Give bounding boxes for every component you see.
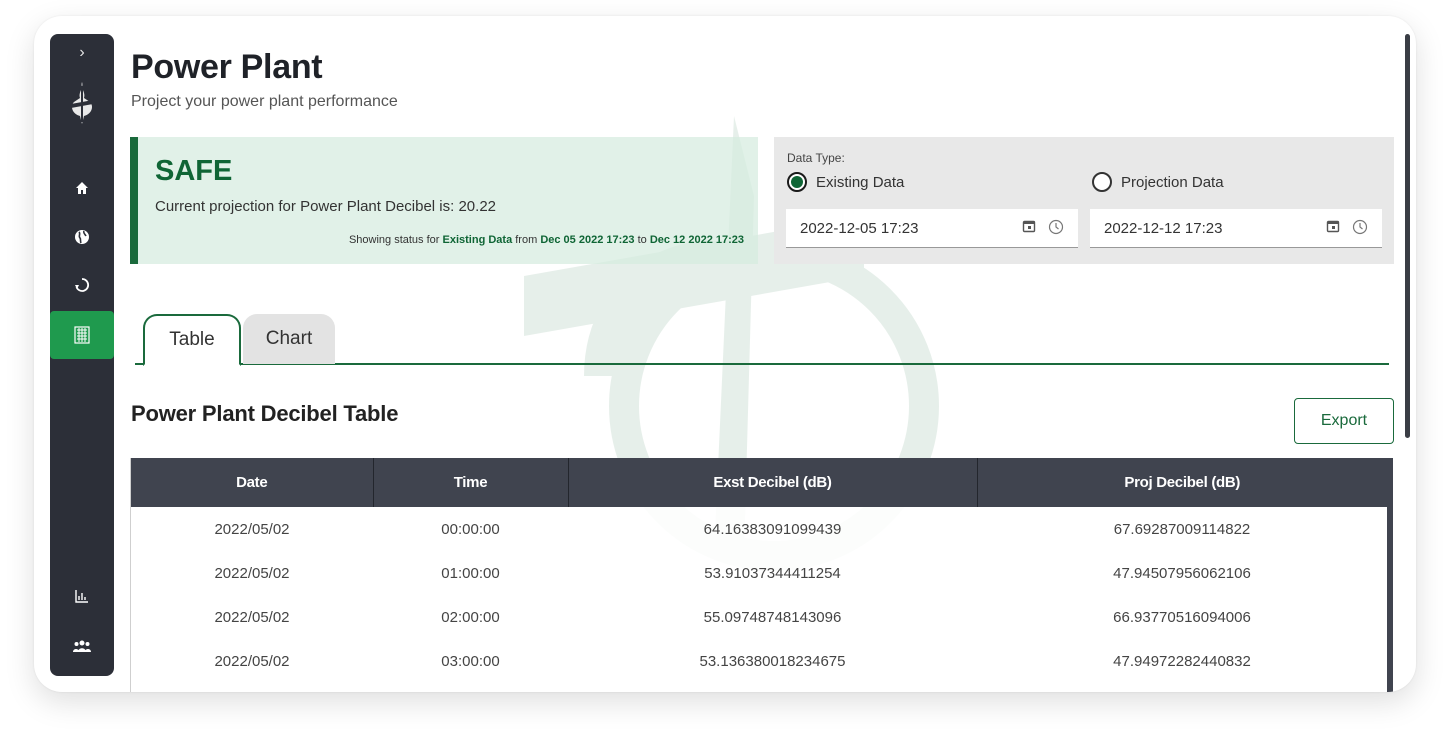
cell-time: 03:00:00 xyxy=(373,639,568,683)
main-content: Power Plant Project your power plant per… xyxy=(130,16,1396,692)
status-foot-to: Dec 12 2022 17:23 xyxy=(649,234,744,246)
radio-projection-label: Projection Data xyxy=(1121,173,1224,191)
data-type-panel: Data Type: Existing Data Projection Data… xyxy=(774,137,1394,264)
page-scrollbar[interactable] xyxy=(1405,34,1410,438)
table-row: 2022/05/02 00:00:00 64.16383091099439 67… xyxy=(131,507,1387,551)
cell-date: 2022/05/02 xyxy=(131,507,373,551)
cell-time: 00:00:00 xyxy=(373,507,568,551)
tab-table[interactable]: Table xyxy=(143,314,241,366)
status-foot-prefix: Showing status for xyxy=(348,234,440,246)
globe-icon xyxy=(75,230,89,244)
table-header-row: Date Time Exst Decibel (dB) Proj Decibel… xyxy=(131,458,1387,507)
sidebar-item-users[interactable] xyxy=(50,628,114,664)
radio-existing-label: Existing Data xyxy=(816,173,905,191)
cell-proj-decibel: 66.93770516094006 xyxy=(977,595,1387,639)
cell-proj-decibel: 47.94507956062106 xyxy=(977,551,1387,595)
export-button[interactable]: Export xyxy=(1294,398,1394,444)
clock-icon[interactable] xyxy=(1048,219,1064,235)
clock-icon[interactable] xyxy=(1352,219,1368,235)
radio-button-selected[interactable] xyxy=(787,172,807,192)
column-header-proj-decibel[interactable]: Proj Decibel (dB) xyxy=(977,458,1387,507)
logo-icon xyxy=(71,82,93,124)
calendar-icon[interactable] xyxy=(1326,219,1340,233)
end-datetime-input[interactable]: 2022-12-12 17:23 xyxy=(1090,209,1382,248)
cell-date: 2022/05/02 xyxy=(131,551,373,595)
data-type-label: Data Type: xyxy=(787,151,845,165)
sidebar-item-globe[interactable] xyxy=(50,219,114,255)
sidebar-item-home[interactable] xyxy=(50,170,114,206)
radio-existing-data[interactable]: Existing Data xyxy=(787,172,904,192)
sidebar-item-power-plant[interactable] xyxy=(50,311,114,359)
cell-proj-decibel: 67.69287009114822 xyxy=(977,507,1387,551)
cell-exst-decibel: 64.16383091099439 xyxy=(568,507,977,551)
tab-chart[interactable]: Chart xyxy=(243,314,335,364)
status-card: SAFE Current projection for Power Plant … xyxy=(130,137,758,264)
cell-exst-decibel: 55.09748748143096 xyxy=(568,595,977,639)
status-message: Current projection for Power Plant Decib… xyxy=(155,198,497,215)
table-title: Power Plant Decibel Table xyxy=(131,401,399,426)
start-datetime-value: 2022-12-05 17:23 xyxy=(800,219,919,237)
cell-exst-decibel: 53.91037344411254 xyxy=(568,551,977,595)
chevron-right-icon[interactable]: › xyxy=(50,44,114,62)
status-level: SAFE xyxy=(155,155,233,187)
sidebar-item-analytics[interactable] xyxy=(50,578,114,614)
cell-date: 2022/05/02 xyxy=(131,639,373,683)
radio-projection-data[interactable]: Projection Data xyxy=(1092,172,1224,192)
app-window: › Power Plant Project your power plant p… xyxy=(34,16,1416,692)
cell-time: 02:00:00 xyxy=(373,595,568,639)
chart-icon xyxy=(75,590,88,603)
cell-time: 01:00:00 xyxy=(373,551,568,595)
status-foot-type: Existing Data xyxy=(442,234,513,246)
status-foot-from: Dec 05 2022 17:23 xyxy=(540,234,635,246)
table-row: 2022/05/02 01:00:00 53.91037344411254 47… xyxy=(131,551,1387,595)
sidebar-item-recycle[interactable] xyxy=(50,267,114,303)
home-icon xyxy=(76,182,88,194)
calendar-icon[interactable] xyxy=(1022,219,1036,233)
cell-date: 2022/05/02 xyxy=(131,595,373,639)
cell-proj-decibel: 47.94972282440832 xyxy=(977,639,1387,683)
column-header-date[interactable]: Date xyxy=(131,458,374,507)
status-footnote: Showing status for Existing Data from De… xyxy=(349,234,744,246)
start-datetime-input[interactable]: 2022-12-05 17:23 xyxy=(786,209,1078,248)
decibel-table: Date Time Exst Decibel (dB) Proj Decibel… xyxy=(130,458,1393,692)
sidebar: › xyxy=(50,34,114,676)
users-icon xyxy=(73,640,91,652)
column-header-exst-decibel[interactable]: Exst Decibel (dB) xyxy=(568,458,978,507)
cell-exst-decibel: 53.136380018234675 xyxy=(568,639,977,683)
radio-button-unselected[interactable] xyxy=(1092,172,1112,192)
power-plant-icon xyxy=(74,326,90,344)
page-title: Power Plant xyxy=(131,48,323,86)
status-foot-to-word: to xyxy=(637,234,647,246)
column-header-time[interactable]: Time xyxy=(373,458,569,507)
end-datetime-value: 2022-12-12 17:23 xyxy=(1104,219,1223,237)
page-subtitle: Project your power plant performance xyxy=(131,93,398,110)
recycle-icon xyxy=(75,278,90,292)
table-row: 2022/05/02 02:00:00 55.09748748143096 66… xyxy=(131,595,1387,639)
status-foot-from-word: from xyxy=(515,234,538,246)
table-row: 2022/05/02 03:00:00 53.136380018234675 4… xyxy=(131,639,1387,683)
